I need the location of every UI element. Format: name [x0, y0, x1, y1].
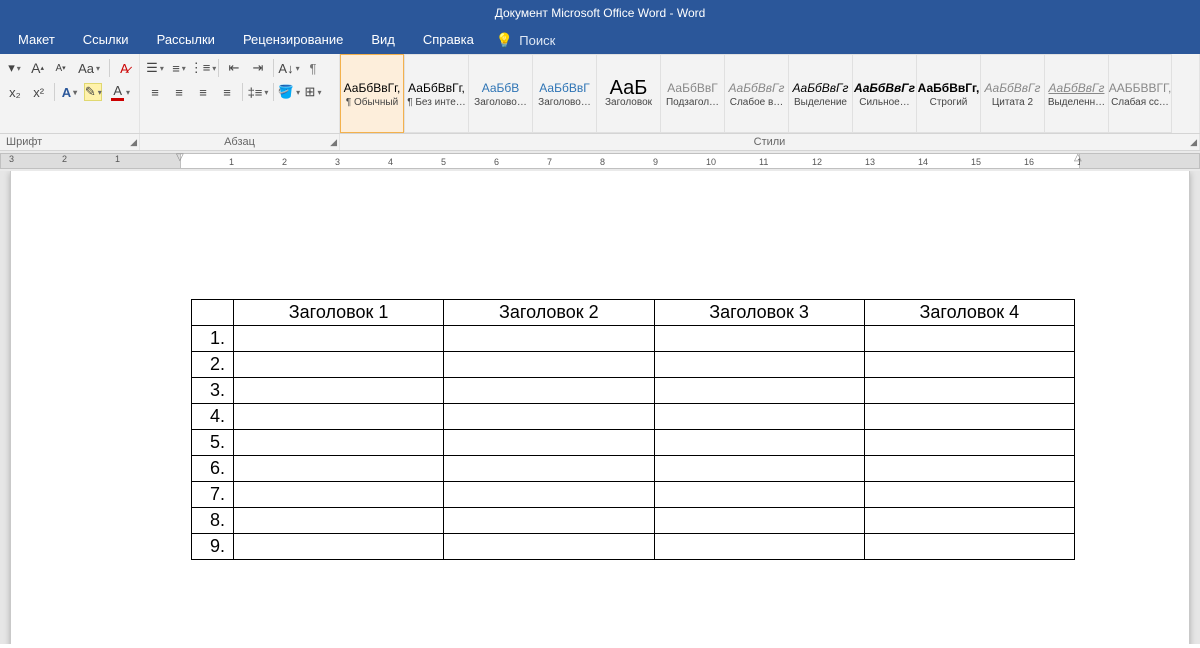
font-launcher-icon[interactable]: ◢ [130, 137, 137, 148]
paragraph-group-label: Абзац◢ [140, 134, 340, 150]
table-header[interactable]: Заголовок 1 [234, 300, 444, 326]
font-color-button[interactable]: A [108, 83, 133, 101]
styles-group-label: Стили◢ [340, 134, 1200, 150]
text-effects-button[interactable]: A [61, 83, 79, 101]
ribbon-tabs: Макет Ссылки Рассылки Рецензирование Вид… [0, 26, 1200, 54]
document-page[interactable]: Заголовок 1Заголовок 2Заголовок 3Заголов… [10, 171, 1190, 644]
separator [109, 59, 110, 77]
style-item[interactable]: АаБЗаголовок [596, 54, 660, 133]
multilevel-button[interactable]: ⋮≡ [194, 59, 212, 77]
tab-layout[interactable]: Макет [4, 26, 69, 54]
align-center-button[interactable]: ≡ [170, 83, 188, 101]
separator [273, 59, 274, 77]
separator [54, 83, 55, 101]
style-item[interactable]: АаБбВвГЗаголово… [532, 54, 596, 133]
increase-indent-button[interactable]: ⇥ [249, 59, 267, 77]
style-item[interactable]: АаБбВвГгСильное… [852, 54, 916, 133]
separator [273, 83, 274, 101]
app-title: Документ Microsoft Office Word - Word [495, 6, 706, 20]
style-item[interactable]: АаБбВвГг,¶ Обычный [340, 54, 404, 133]
sort-button[interactable]: A↓ [280, 59, 298, 77]
justify-button[interactable]: ≡ [218, 83, 236, 101]
table-row[interactable]: 4. [192, 404, 1075, 430]
tell-me-search[interactable]: 💡 Поиск [488, 32, 563, 49]
table-header[interactable]: Заголовок 4 [864, 300, 1074, 326]
align-right-button[interactable]: ≡ [194, 83, 212, 101]
style-item[interactable]: АаБбВвГгВыделенн… [1044, 54, 1108, 133]
table-row[interactable]: 1. [192, 326, 1075, 352]
table-row[interactable]: 5. [192, 430, 1075, 456]
document-table[interactable]: Заголовок 1Заголовок 2Заголовок 3Заголов… [191, 299, 1075, 560]
style-item[interactable]: АаБбВвГгЦитата 2 [980, 54, 1044, 133]
tab-mailings[interactable]: Рассылки [143, 26, 229, 54]
line-spacing-button[interactable]: ‡≡ [249, 83, 267, 101]
font-group-label: Шрифт◢ [0, 134, 140, 150]
table-header[interactable]: Заголовок 3 [654, 300, 864, 326]
styles-gallery[interactable]: АаБбВвГг,¶ ОбычныйАаБбВвГг,¶ Без инте…Аа… [340, 54, 1199, 133]
borders-button[interactable]: ⊞ [304, 83, 322, 101]
style-item[interactable]: АаБбВвГгСлабое в… [724, 54, 788, 133]
search-placeholder: Поиск [519, 33, 555, 48]
tab-help[interactable]: Справка [409, 26, 488, 54]
show-marks-button[interactable]: ¶ [304, 59, 322, 77]
ribbon: ▾ A▴ A▾ Aa A̷ x₂ x² A ✎ A ☰ ≡ ⋮≡ [0, 54, 1200, 134]
change-case-button[interactable]: Aa [75, 59, 103, 77]
horizontal-ruler[interactable]: 321 1234567891011121314151617 ▽ △ [0, 151, 1200, 171]
lightbulb-icon: 💡 [496, 32, 513, 49]
highlight-button[interactable]: ✎ [84, 83, 102, 101]
style-item[interactable]: АаБбВвГг,Строгий [916, 54, 980, 133]
right-indent-marker[interactable]: △ [1074, 152, 1082, 163]
bullets-button[interactable]: ☰ [146, 59, 164, 77]
table-row[interactable]: 7. [192, 482, 1075, 508]
left-indent-marker[interactable]: ▽ [176, 152, 184, 163]
shrink-font-button[interactable]: A▾ [52, 59, 69, 77]
table-row[interactable]: 2. [192, 352, 1075, 378]
table-row[interactable]: 9. [192, 534, 1075, 560]
shading-button[interactable]: 🪣 [280, 83, 298, 101]
style-item[interactable]: АаБбВвГПодзагол… [660, 54, 724, 133]
style-item[interactable]: АаБбВЗаголово… [468, 54, 532, 133]
styles-launcher-icon[interactable]: ◢ [1190, 137, 1197, 148]
superscript-button[interactable]: x² [30, 83, 48, 101]
subscript-button[interactable]: x₂ [6, 83, 24, 101]
table-header[interactable]: Заголовок 2 [444, 300, 654, 326]
separator [242, 83, 243, 101]
numbering-button[interactable]: ≡ [170, 59, 188, 77]
group-paragraph: ☰ ≡ ⋮≡ ⇤ ⇥ A↓ ¶ ≡ ≡ ≡ ≡ ‡≡ 🪣 ⊞ [140, 54, 340, 133]
separator [218, 59, 219, 77]
group-styles: АаБбВвГг,¶ ОбычныйАаБбВвГг,¶ Без инте…Аа… [340, 54, 1200, 133]
decrease-indent-button[interactable]: ⇤ [225, 59, 243, 77]
group-font: ▾ A▴ A▾ Aa A̷ x₂ x² A ✎ A [0, 54, 140, 133]
grow-font-button[interactable]: A▴ [29, 59, 46, 77]
style-item[interactable]: АаБбВвГг,¶ Без инте… [404, 54, 468, 133]
align-left-button[interactable]: ≡ [146, 83, 164, 101]
table-row[interactable]: 6. [192, 456, 1075, 482]
tab-view[interactable]: Вид [357, 26, 409, 54]
paragraph-launcher-icon[interactable]: ◢ [330, 137, 337, 148]
clear-formatting-button[interactable]: A̷ [116, 59, 133, 77]
style-item[interactable]: ААББВВГГ,Слабая сс… [1108, 54, 1172, 133]
document-workspace[interactable]: Заголовок 1Заголовок 2Заголовок 3Заголов… [0, 171, 1200, 644]
table-row[interactable]: 8. [192, 508, 1075, 534]
tab-review[interactable]: Рецензирование [229, 26, 357, 54]
table-row[interactable]: 3. [192, 378, 1075, 404]
group-labels: Шрифт◢ Абзац◢ Стили◢ [0, 134, 1200, 151]
title-bar: Документ Microsoft Office Word - Word [0, 0, 1200, 26]
tab-references[interactable]: Ссылки [69, 26, 143, 54]
font-size-dropdown[interactable]: ▾ [6, 59, 23, 77]
style-item[interactable]: АаБбВвГгВыделение [788, 54, 852, 133]
